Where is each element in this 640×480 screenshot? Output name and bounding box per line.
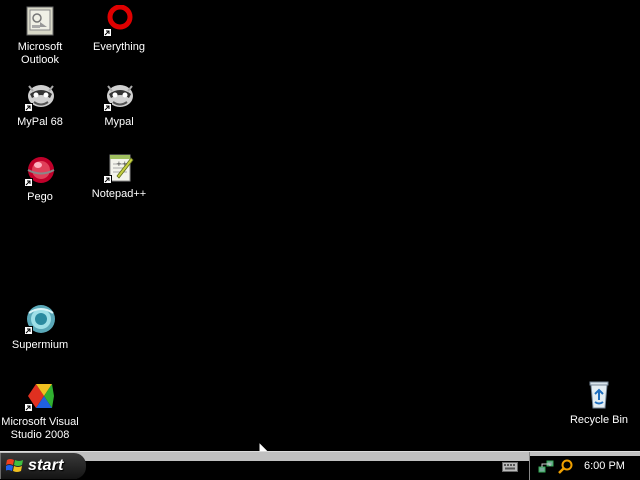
desktop-icon-label: Pego: [27, 191, 53, 203]
start-button[interactable]: start: [0, 453, 86, 479]
visual-studio-icon: [24, 380, 56, 412]
shortcut-arrow-icon: [103, 175, 112, 184]
shortcut-arrow-icon: [24, 178, 33, 187]
shortcut-arrow-icon: [24, 326, 33, 335]
desktop-icon-label: Everything: [93, 41, 145, 53]
desktop-icon-label: Microsoft Outlook: [17, 41, 63, 66]
recycle-bin-icon: [583, 378, 615, 410]
desktop-icon-label: Supermium: [11, 339, 69, 351]
desktop-icon-label: Mypal: [104, 116, 134, 128]
shortcut-arrow-icon: [103, 103, 112, 112]
shortcut-arrow-icon: [103, 28, 112, 37]
desktop-icon-microsoft-outlook[interactable]: Microsoft Outlook: [0, 5, 80, 67]
shortcut-arrow-icon: [24, 103, 33, 112]
desktop-icon-mypal[interactable]: Mypal: [79, 80, 159, 129]
desktop: Microsoft Outlook Everything MyPal 68 My…: [0, 0, 640, 480]
desktop-icon-mypal-68[interactable]: MyPal 68: [0, 80, 80, 129]
supermium-icon: [24, 303, 56, 335]
desktop-icon-notepadpp[interactable]: ++ Notepad++: [79, 152, 159, 201]
clock[interactable]: 6:00 PM: [584, 460, 625, 472]
desktop-icon-label: Microsoft Visual Studio 2008: [1, 416, 79, 441]
pego-icon: [24, 155, 56, 187]
system-tray: 6:00 PM: [529, 452, 640, 480]
start-label: start: [28, 457, 64, 474]
desktop-icon-label: Recycle Bin: [569, 414, 629, 426]
mypal-icon: [103, 80, 135, 112]
desktop-icon-recycle-bin[interactable]: Recycle Bin: [559, 378, 639, 427]
everything-icon: [103, 5, 135, 37]
svg-text:++: ++: [116, 160, 128, 168]
desktop-icon-visual-studio-2008[interactable]: Microsoft Visual Studio 2008: [0, 380, 80, 442]
search-icon[interactable]: [558, 459, 574, 475]
network-icon[interactable]: [538, 459, 554, 475]
keyboard-icon[interactable]: [502, 459, 518, 472]
mypal-icon: [24, 80, 56, 112]
desktop-icon-supermium[interactable]: Supermium: [0, 303, 80, 352]
outlook-icon: [24, 5, 56, 37]
windows-flag-icon: [6, 459, 23, 472]
desktop-icon-label: MyPal 68: [17, 116, 63, 128]
desktop-icon-pego[interactable]: Pego: [0, 155, 80, 204]
desktop-icon-label: Notepad++: [91, 188, 147, 200]
desktop-icon-everything[interactable]: Everything: [79, 5, 159, 54]
shortcut-arrow-icon: [24, 403, 33, 412]
notepadpp-icon: ++: [103, 152, 135, 184]
taskbar: start 6:00 PM: [0, 451, 640, 480]
tray-strip: [530, 452, 640, 456]
